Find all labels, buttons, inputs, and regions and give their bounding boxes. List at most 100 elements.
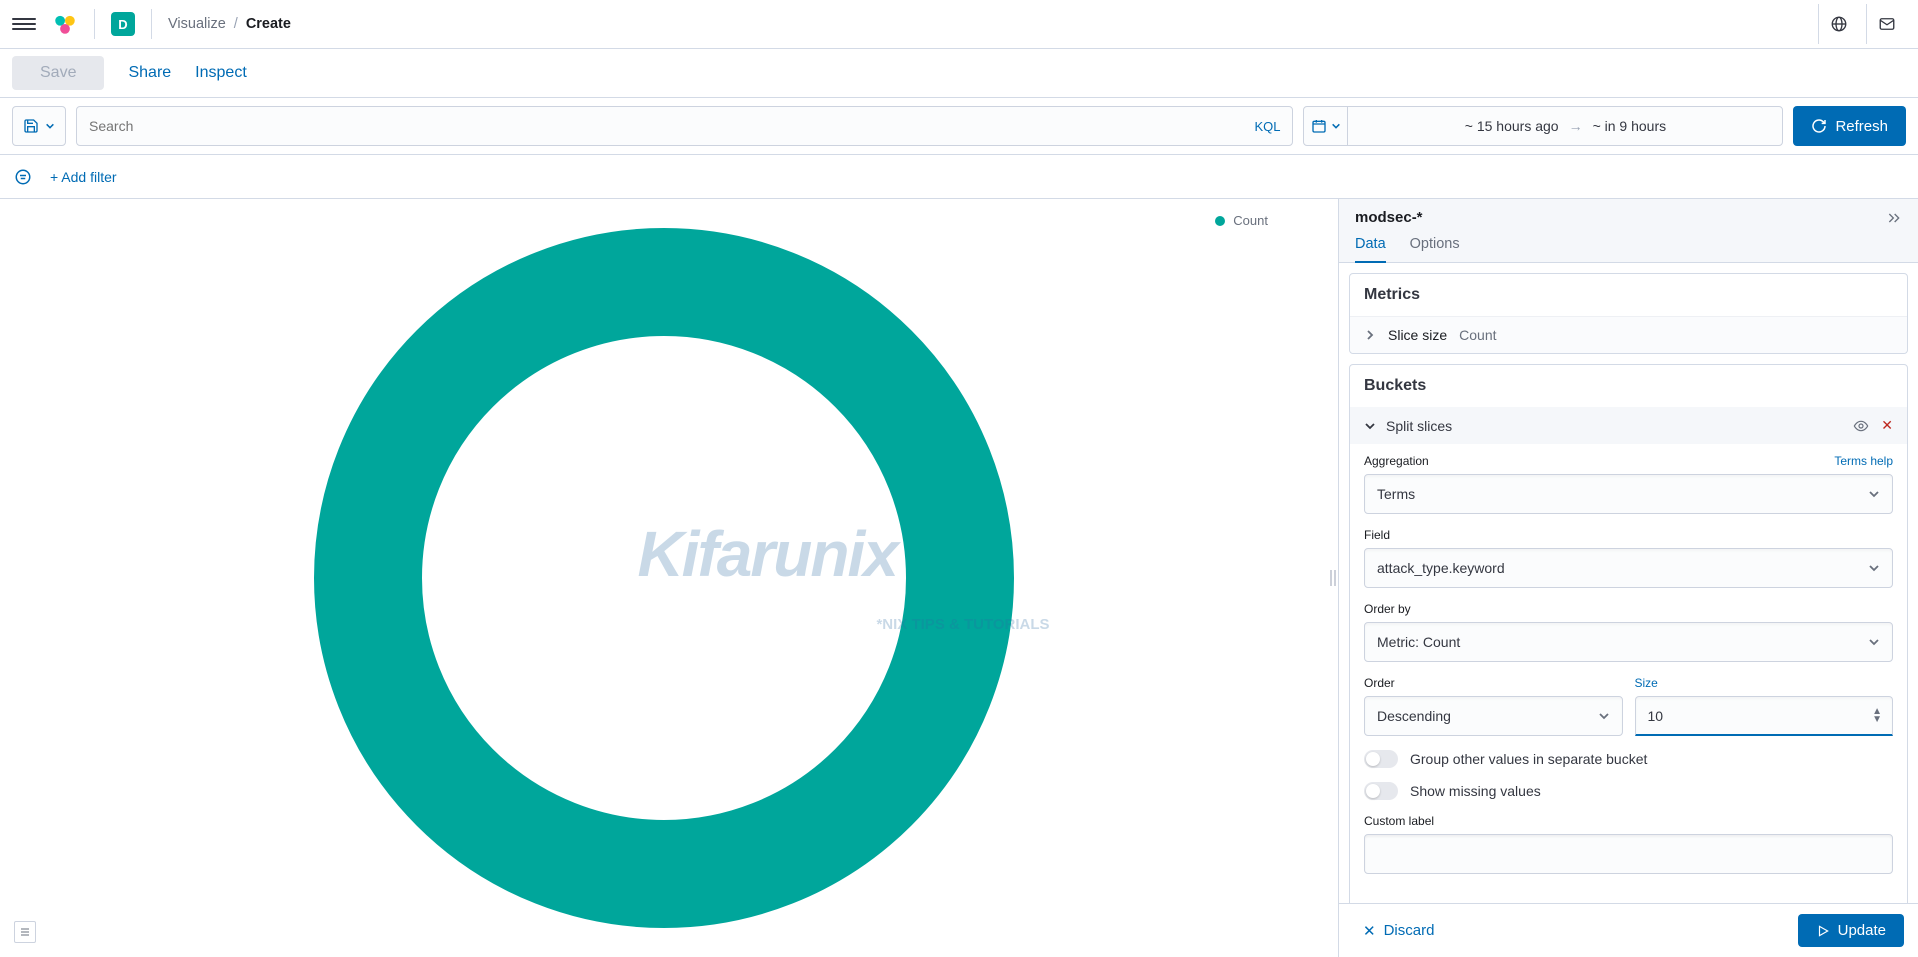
advanced-toggle[interactable]: Advanced: [1350, 888, 1907, 903]
date-range-display[interactable]: ~ 15 hours ago → ~ in 9 hours: [1348, 118, 1782, 134]
aggregation-select[interactable]: Terms: [1364, 474, 1893, 514]
show-missing-toggle[interactable]: [1364, 782, 1398, 800]
breadcrumb-current: Create: [246, 16, 291, 32]
sidepanel-tabs: Data Options: [1339, 226, 1918, 263]
space-selector[interactable]: D: [111, 12, 135, 36]
chevron-down-icon: [1868, 636, 1880, 648]
toggle-visibility-icon[interactable]: [1853, 418, 1869, 434]
number-spinner-icon[interactable]: ▲▼: [1872, 708, 1882, 724]
saved-query-button[interactable]: [12, 106, 66, 146]
metric-value: Count: [1459, 327, 1496, 343]
refresh-label: Refresh: [1835, 118, 1888, 135]
orderby-row: Order by Metric: Count: [1364, 602, 1893, 662]
breadcrumb: Visualize / Create: [168, 16, 291, 32]
show-missing-label: Show missing values: [1410, 783, 1541, 799]
custom-label-input[interactable]: [1364, 834, 1893, 874]
index-pattern-title[interactable]: modsec-*: [1355, 209, 1423, 226]
orderby-select[interactable]: Metric: Count: [1364, 622, 1893, 662]
breadcrumb-separator: /: [234, 16, 238, 32]
date-from: ~ 15 hours ago: [1465, 118, 1559, 134]
search-input-wrapper: KQL: [76, 106, 1293, 146]
group-other-row: Group other values in separate bucket: [1364, 750, 1893, 768]
chevron-down-icon: [1868, 488, 1880, 500]
separator: [151, 9, 152, 39]
field-select[interactable]: attack_type.keyword: [1364, 548, 1893, 588]
share-link[interactable]: Share: [128, 64, 171, 82]
metrics-title: Metrics: [1350, 274, 1907, 316]
visualization-canvas: Count Kifarunix *NIX TIPS & TUTORIALS: [0, 199, 1328, 957]
nav-toggle-button[interactable]: [12, 12, 36, 36]
tab-options[interactable]: Options: [1410, 226, 1460, 262]
chevron-down-icon: [1598, 710, 1610, 722]
sidepanel-footer: ✕ Discard Update: [1339, 903, 1918, 957]
update-label: Update: [1838, 922, 1886, 939]
filter-bar: + Add filter: [0, 155, 1918, 199]
app-header: D Visualize / Create: [0, 0, 1918, 49]
date-quick-button[interactable]: [1304, 107, 1348, 145]
kql-toggle[interactable]: KQL: [1244, 119, 1280, 134]
sidepanel-body: Metrics Slice size Count Buckets Split s…: [1339, 263, 1918, 903]
aggregation-value: Terms: [1377, 486, 1415, 502]
aggregation-row: Aggregation Terms help Terms: [1364, 454, 1893, 514]
search-input[interactable]: [89, 118, 1244, 134]
add-filter-button[interactable]: + Add filter: [50, 169, 117, 185]
bucket-actions: ✕: [1853, 417, 1893, 434]
date-to: ~ in 9 hours: [1593, 118, 1667, 134]
refresh-button[interactable]: Refresh: [1793, 106, 1906, 146]
split-slices-label: Split slices: [1386, 418, 1452, 434]
size-label: Size: [1635, 676, 1658, 690]
group-other-toggle[interactable]: [1364, 750, 1398, 768]
order-label: Order: [1364, 676, 1395, 690]
discard-label: Discard: [1384, 922, 1435, 939]
play-icon: [1816, 924, 1830, 938]
metric-label: Slice size: [1388, 327, 1447, 343]
field-label: Field: [1364, 528, 1390, 542]
metric-slice-size-row[interactable]: Slice size Count: [1350, 316, 1907, 353]
update-button[interactable]: Update: [1798, 914, 1904, 947]
chart-legend[interactable]: Count: [1215, 213, 1268, 228]
size-input[interactable]: 10 ▲▼: [1635, 696, 1894, 736]
sidepanel-header: modsec-*: [1339, 199, 1918, 226]
date-picker: ~ 15 hours ago → ~ in 9 hours: [1303, 106, 1783, 146]
field-value: attack_type.keyword: [1377, 560, 1505, 576]
terms-help-link[interactable]: Terms help: [1834, 454, 1893, 468]
filter-menu-icon[interactable]: [14, 168, 32, 186]
discard-button[interactable]: ✕ Discard: [1353, 916, 1444, 946]
chevron-down-icon: [1364, 420, 1376, 432]
show-missing-row: Show missing values: [1364, 782, 1893, 800]
chevron-down-icon: [1331, 121, 1341, 131]
app-toolbar: Save Share Inspect: [0, 49, 1918, 98]
buckets-panel: Buckets Split slices ✕: [1349, 364, 1908, 903]
legend-swatch: [1215, 216, 1225, 226]
tab-data[interactable]: Data: [1355, 226, 1386, 262]
newsfeed-icon[interactable]: [1818, 4, 1858, 44]
inspect-link[interactable]: Inspect: [195, 64, 247, 82]
save-button[interactable]: Save: [12, 56, 104, 90]
separator: [94, 9, 95, 39]
size-value: 10: [1648, 708, 1664, 724]
mail-icon[interactable]: [1866, 4, 1906, 44]
legend-label: Count: [1233, 213, 1268, 228]
query-bar: KQL ~ 15 hours ago → ~ in 9 hours Refres…: [0, 98, 1918, 155]
group-other-label: Group other values in separate bucket: [1410, 751, 1647, 767]
custom-label-row: Custom label: [1364, 814, 1893, 874]
chevron-right-icon: [1364, 329, 1376, 341]
bucket-split-slices-header[interactable]: Split slices ✕: [1350, 407, 1907, 444]
legend-toggle-button[interactable]: [14, 921, 36, 943]
bucket-form: Aggregation Terms help Terms Field attac…: [1350, 444, 1907, 874]
chevron-down-icon: [45, 121, 55, 131]
buckets-title: Buckets: [1350, 365, 1907, 407]
order-size-row: Order Descending Size 10 ▲▼: [1364, 676, 1893, 736]
order-select[interactable]: Descending: [1364, 696, 1623, 736]
donut-chart: [314, 228, 1014, 928]
orderby-label: Order by: [1364, 602, 1411, 616]
elastic-logo-icon[interactable]: [52, 11, 78, 37]
panel-resizer[interactable]: [1328, 199, 1338, 957]
editor-sidepanel: modsec-* Data Options Metrics Slice size…: [1338, 199, 1918, 957]
main-content: Count Kifarunix *NIX TIPS & TUTORIALS mo…: [0, 199, 1918, 957]
breadcrumb-visualize[interactable]: Visualize: [168, 16, 226, 32]
collapse-panel-icon[interactable]: [1886, 210, 1902, 226]
custom-label-label: Custom label: [1364, 814, 1434, 828]
header-left: D Visualize / Create: [12, 9, 291, 39]
remove-bucket-icon[interactable]: ✕: [1881, 417, 1893, 434]
